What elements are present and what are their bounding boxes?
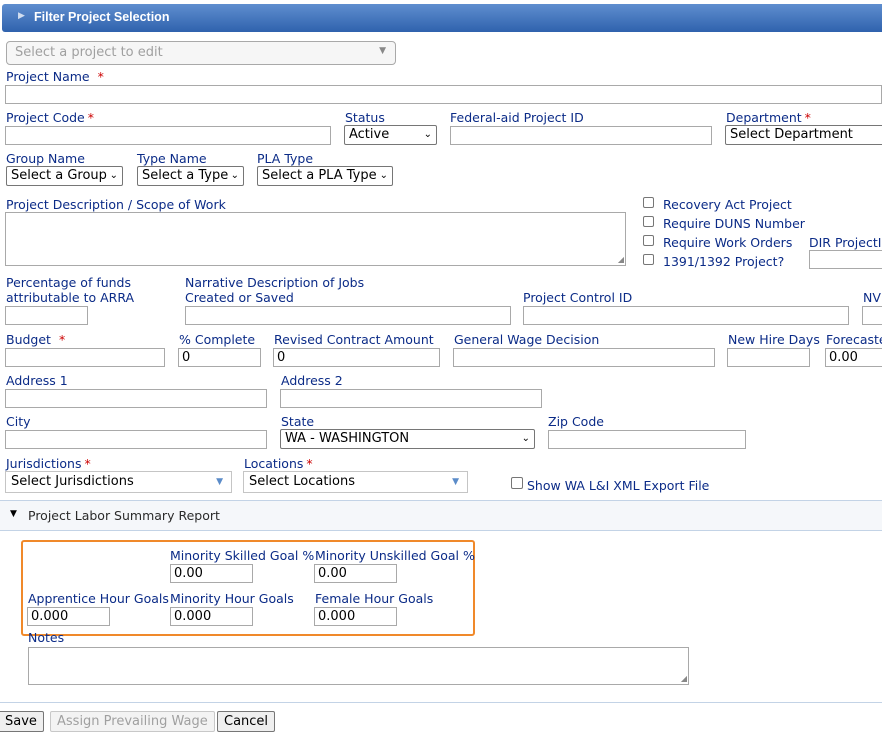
- address1-label: Address 1: [6, 373, 68, 388]
- pct-funds-label-2: attributable to ARRA: [6, 290, 135, 305]
- jurisdictions-label: Jurisdictions *: [6, 456, 91, 471]
- minority-skilled-label: Minority Skilled Goal %: [170, 548, 315, 563]
- expand-caret-icon[interactable]: ▶: [18, 11, 25, 21]
- project-code-label: Project Code *: [6, 110, 94, 125]
- state-select[interactable]: WA - WASHINGTON ⌄: [280, 429, 535, 449]
- pct-funds-input[interactable]: [5, 306, 88, 325]
- nv-input[interactable]: [862, 306, 882, 325]
- nv-label: NV: [863, 290, 881, 305]
- narrative-label-2: Created or Saved: [185, 290, 294, 305]
- pct-funds-label-1: Percentage of funds: [6, 275, 132, 290]
- pct-complete-input[interactable]: 0: [178, 348, 261, 367]
- collapse-caret-icon[interactable]: ▼: [10, 509, 17, 519]
- project-select[interactable]: Select a project to edit ▼: [6, 41, 396, 65]
- xml-export-label: Show WA L&I XML Export File: [527, 478, 710, 493]
- group-name-label: Group Name: [6, 151, 85, 166]
- jurisdictions-select[interactable]: Select Jurisdictions ▼: [5, 471, 232, 493]
- save-button[interactable]: Save: [0, 711, 44, 732]
- forecasted-label: Forecaste: [826, 332, 882, 347]
- description-label: Project Description / Scope of Work: [6, 197, 226, 212]
- description-textarea[interactable]: ◢: [5, 212, 626, 266]
- labor-report-title: Project Labor Summary Report: [28, 508, 220, 523]
- female-hours-input[interactable]: 0.000: [314, 607, 397, 626]
- general-wage-label: General Wage Decision: [454, 332, 600, 347]
- chevron-down-icon: ▼: [379, 46, 386, 56]
- filter-project-title: Filter Project Selection: [34, 10, 170, 24]
- state-label: State: [281, 414, 315, 429]
- labor-report-header[interactable]: ▼ Project Labor Summary Report: [0, 500, 882, 531]
- require-duns-label: Require DUNS Number: [663, 216, 805, 231]
- chevron-down-icon: ⌄: [379, 170, 388, 181]
- assign-prevailing-wage-button[interactable]: Assign Prevailing Wage: [50, 711, 215, 732]
- cancel-button[interactable]: Cancel: [217, 711, 276, 732]
- minority-hours-label: Minority Hour Goals: [170, 591, 294, 606]
- federal-aid-input[interactable]: [450, 126, 712, 145]
- chevron-down-icon: ⌄: [230, 170, 239, 181]
- department-select[interactable]: Select Department: [725, 125, 882, 145]
- control-id-label: Project Control ID: [523, 290, 633, 305]
- dir-project-input[interactable]: [809, 250, 882, 269]
- recovery-act-checkbox[interactable]: [643, 197, 654, 208]
- pct-complete-label: % Complete: [179, 332, 256, 347]
- narrative-label-1: Narrative Description of Jobs: [185, 275, 365, 290]
- status-label: Status: [345, 110, 385, 125]
- require-work-orders-checkbox[interactable]: [643, 235, 654, 246]
- narrative-input[interactable]: [185, 306, 511, 325]
- minority-unskilled-label: Minority Unskilled Goal %: [315, 548, 475, 563]
- chevron-down-icon: ▼: [216, 477, 223, 487]
- locations-label: Locations *: [244, 456, 313, 471]
- project-name-label: Project Name *: [6, 69, 104, 84]
- zip-label: Zip Code: [548, 414, 604, 429]
- pla-type-select[interactable]: Select a PLA Type ⌄: [257, 166, 393, 186]
- type-name-label: Type Name: [137, 151, 207, 166]
- status-select[interactable]: Active ⌄: [344, 125, 437, 145]
- revised-amount-input[interactable]: 0: [273, 348, 440, 367]
- city-input[interactable]: [5, 430, 267, 449]
- address1-input[interactable]: [5, 389, 267, 408]
- minority-skilled-input[interactable]: 0.00: [170, 564, 253, 583]
- chevron-down-icon: ⌄: [423, 129, 432, 140]
- locations-select[interactable]: Select Locations ▼: [243, 471, 468, 493]
- apprentice-hours-label: Apprentice Hour Goals: [28, 591, 169, 606]
- city-label: City: [6, 414, 31, 429]
- require-duns-checkbox[interactable]: [643, 216, 654, 227]
- chevron-down-icon: ⌄: [109, 170, 118, 181]
- project-select-placeholder: Select a project to edit: [15, 45, 163, 60]
- recovery-act-label: Recovery Act Project: [663, 197, 792, 212]
- require-work-orders-label: Require Work Orders: [663, 235, 793, 250]
- female-hours-label: Female Hour Goals: [315, 591, 434, 606]
- project-1391-label: 1391/1392 Project?: [663, 254, 785, 269]
- chevron-down-icon: ▼: [452, 477, 459, 487]
- general-wage-input[interactable]: [453, 348, 715, 367]
- project-1391-checkbox[interactable]: [643, 254, 654, 265]
- project-name-input[interactable]: [5, 85, 882, 104]
- federal-aid-label: Federal-aid Project ID: [450, 110, 584, 125]
- type-select[interactable]: Select a Type ⌄: [137, 166, 244, 186]
- filter-project-header[interactable]: ▶ Filter Project Selection: [2, 4, 882, 32]
- xml-export-checkbox[interactable]: [511, 477, 523, 489]
- budget-label: Budget *: [6, 332, 66, 347]
- resize-grip-icon[interactable]: ◢: [681, 675, 687, 683]
- apprentice-hours-input[interactable]: 0.000: [27, 607, 110, 626]
- minority-unskilled-input[interactable]: 0.00: [314, 564, 397, 583]
- budget-input[interactable]: [5, 348, 165, 367]
- chevron-down-icon: ⌄: [521, 433, 530, 444]
- zip-input[interactable]: [548, 430, 746, 449]
- notes-textarea[interactable]: ◢: [28, 647, 689, 685]
- project-code-input[interactable]: [5, 126, 331, 145]
- control-id-input[interactable]: [523, 306, 849, 325]
- new-hire-days-input[interactable]: [727, 348, 810, 367]
- notes-label: Notes: [28, 630, 65, 645]
- group-select[interactable]: Select a Group ⌄: [6, 166, 123, 186]
- revised-amount-label: Revised Contract Amount: [274, 332, 434, 347]
- pla-type-label: PLA Type: [257, 151, 314, 166]
- address2-input[interactable]: [280, 389, 542, 408]
- address2-label: Address 2: [281, 373, 343, 388]
- resize-grip-icon[interactable]: ◢: [618, 256, 624, 264]
- department-label: Department *: [726, 110, 811, 125]
- forecasted-input[interactable]: 0.00: [825, 348, 882, 367]
- dir-project-label: DIR ProjectID: [809, 235, 882, 250]
- minority-hours-input[interactable]: 0.000: [170, 607, 253, 626]
- new-hire-days-label: New Hire Days: [728, 332, 820, 347]
